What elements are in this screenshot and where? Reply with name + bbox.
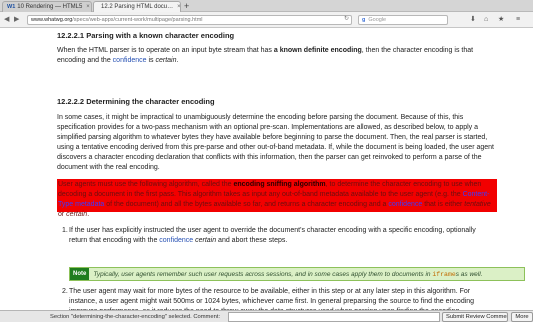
address-bar[interactable]: www.whatwg.org/specs/web-apps/current-wo…	[27, 15, 352, 25]
text: Typically, user agents remember such use…	[93, 270, 433, 278]
list-item-text: If the user has explicitly instructed th…	[69, 226, 495, 246]
text: .	[87, 211, 90, 218]
whatwg-favicon-icon: W1	[7, 4, 16, 10]
text: s as well.	[455, 270, 483, 278]
text: that is either	[422, 201, 465, 208]
list-number: 1.	[62, 227, 68, 234]
comment-input[interactable]	[228, 312, 440, 322]
download-icon[interactable]: ⬇	[470, 15, 476, 25]
search-input[interactable]: g Google	[358, 15, 448, 25]
url-path: /specs/web-apps/current-work/multipage/p…	[72, 17, 203, 23]
menu-icon[interactable]: ≡	[516, 15, 520, 25]
term-certain: certain	[66, 211, 88, 218]
home-icon[interactable]: ⌂	[484, 15, 488, 25]
list-item: 1. If the user has explicitly instructed…	[57, 226, 497, 246]
url-host: www.whatwg.org	[31, 17, 73, 23]
submit-review-comment-button[interactable]: Submit Review Comment	[442, 312, 508, 322]
confidence-link[interactable]: confidence	[159, 237, 193, 244]
code-iframe: iframe	[432, 270, 456, 278]
forward-button[interactable]: ▶	[14, 15, 19, 25]
section-paragraph: In some cases, it might be impractical t…	[57, 114, 494, 171]
more-button[interactable]: More	[511, 312, 533, 322]
selection-status: Section "determining-the-character-encod…	[50, 312, 223, 322]
search-engine-icon: g	[362, 17, 366, 23]
list-number: 2.	[62, 288, 68, 295]
close-tab-icon[interactable]: ×	[173, 4, 180, 10]
page-content: 12.2.2.1 Parsing with a known character …	[0, 29, 533, 310]
tab-title: 10 Rendering — HTML5	[17, 4, 83, 10]
term-certain: certain	[155, 57, 177, 64]
reload-icon[interactable]: ↻	[344, 15, 349, 22]
note-box: Note Typically, user agents remember suc…	[69, 267, 525, 281]
text: User agents must use the following algor…	[58, 181, 234, 188]
section-paragraph: When the HTML parser is to operate on an…	[57, 46, 497, 66]
note-label: Note	[70, 268, 90, 280]
highlighted-selection: User agents must use the following algor…	[57, 179, 497, 218]
search-placeholder: Google	[368, 17, 387, 23]
term-certain: certain	[195, 237, 217, 244]
list-item-text: The user agent may wait for more bytes o…	[69, 288, 475, 310]
text: of the document) and all the bytes avail…	[104, 201, 389, 208]
note-text: Typically, user agents remember such use…	[93, 271, 482, 278]
navigation-bar: ◀ ▶ www.whatwg.org/specs/web-apps/curren…	[0, 12, 533, 28]
tab-parsing-html[interactable]: 12.2 Parsing HTML docu… ×	[93, 1, 181, 12]
confidence-link[interactable]: confidence	[388, 201, 422, 208]
tab-title: 12.2 Parsing HTML docu…	[101, 4, 174, 10]
confidence-link[interactable]: confidence	[113, 57, 147, 64]
term-known-definite-encoding: a known definite encoding	[273, 47, 362, 54]
close-tab-icon[interactable]: ×	[82, 4, 90, 10]
back-button[interactable]: ◀	[4, 15, 9, 25]
star-icon[interactable]: ★	[498, 15, 504, 25]
text: and abort these steps.	[216, 237, 288, 244]
text: .	[176, 57, 179, 64]
algorithm-paragraph: User agents must use the following algor…	[58, 180, 496, 220]
review-comment-bar: Section "determining-the-character-encod…	[0, 310, 533, 322]
term-tentative: tentative	[464, 201, 491, 208]
section-heading-determining-encoding: 12.2.2.2 Determining the character encod…	[57, 97, 215, 106]
term-encoding-sniffing-algorithm: encoding sniffing algorithm	[233, 181, 326, 188]
text: When the HTML parser is to operate on an…	[57, 47, 274, 54]
text: or	[58, 211, 67, 218]
tab-bar: W1 10 Rendering — HTML5 × 12.2 Parsing H…	[0, 0, 533, 12]
section-heading-known-encoding: 12.2.2.1 Parsing with a known character …	[57, 31, 235, 40]
tab-html5-rendering[interactable]: W1 10 Rendering — HTML5 ×	[2, 1, 92, 12]
new-tab-button[interactable]: +	[184, 1, 189, 11]
list-item: 2. The user agent may wait for more byte…	[57, 287, 497, 310]
